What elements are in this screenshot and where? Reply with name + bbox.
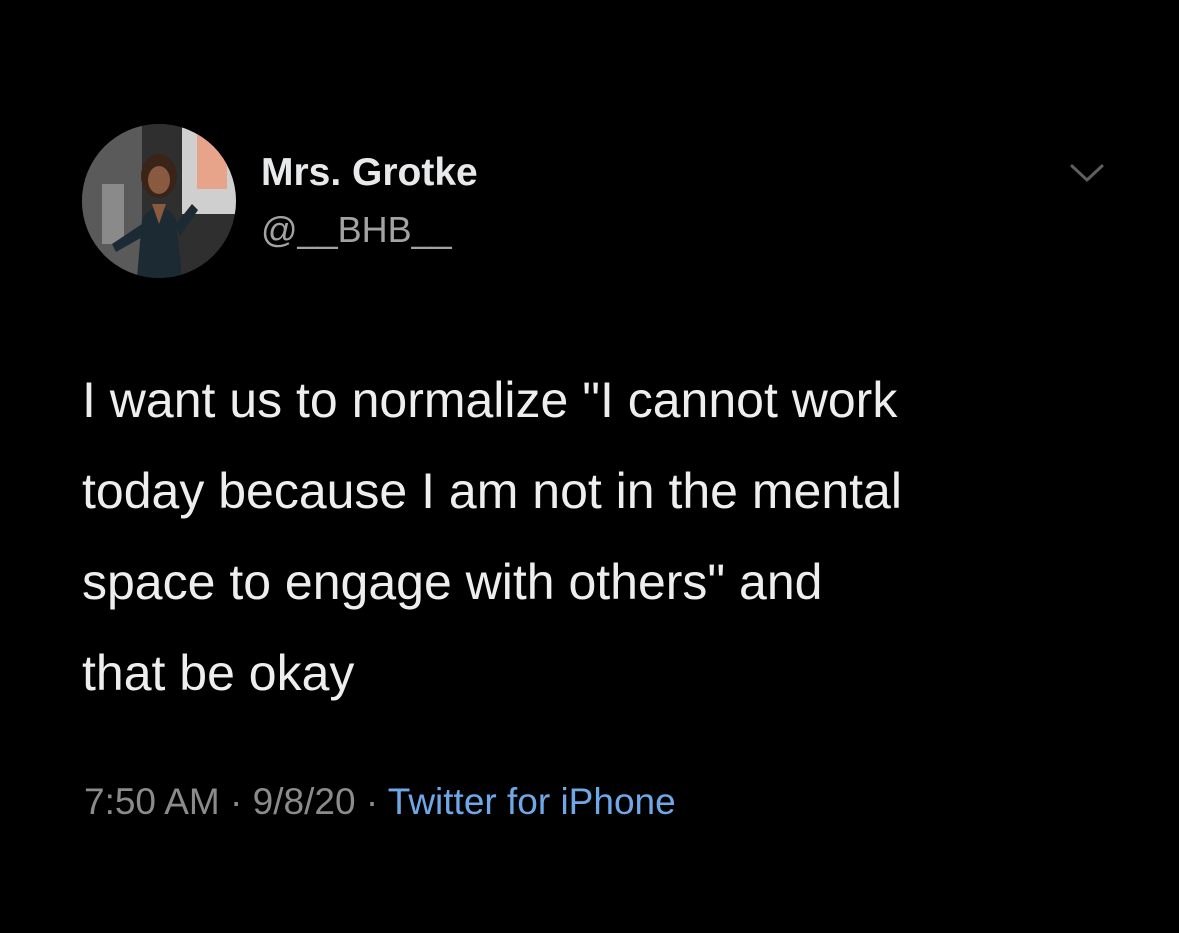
- meta-separator: ·: [365, 781, 379, 822]
- tweet-text-line: today because I am not in the mental: [82, 463, 902, 519]
- tweet-card: Mrs. Grotke @__BHB__ I want us to normal…: [0, 0, 1179, 933]
- tweet-time: 7:50 AM: [84, 781, 220, 822]
- tweet-text-line: I want us to normalize "I cannot work: [82, 372, 898, 428]
- tweet-text-line: space to engage with others" and: [82, 554, 823, 610]
- tweet-text-line: that be okay: [82, 645, 355, 701]
- user-handle[interactable]: @__BHB__: [261, 210, 452, 250]
- tweet-source-link[interactable]: Twitter for iPhone: [388, 781, 676, 822]
- display-name[interactable]: Mrs. Grotke: [261, 151, 478, 195]
- avatar[interactable]: [82, 124, 236, 278]
- avatar-image: [82, 124, 236, 278]
- tweet-meta: 7:50 AM · 9/8/20 · Twitter for iPhone: [84, 780, 676, 824]
- tweet-text: I want us to normalize "I cannot work to…: [82, 355, 1122, 719]
- tweet-date: 9/8/20: [252, 781, 356, 822]
- meta-separator: ·: [230, 781, 243, 822]
- chevron-down-icon[interactable]: [1066, 158, 1108, 188]
